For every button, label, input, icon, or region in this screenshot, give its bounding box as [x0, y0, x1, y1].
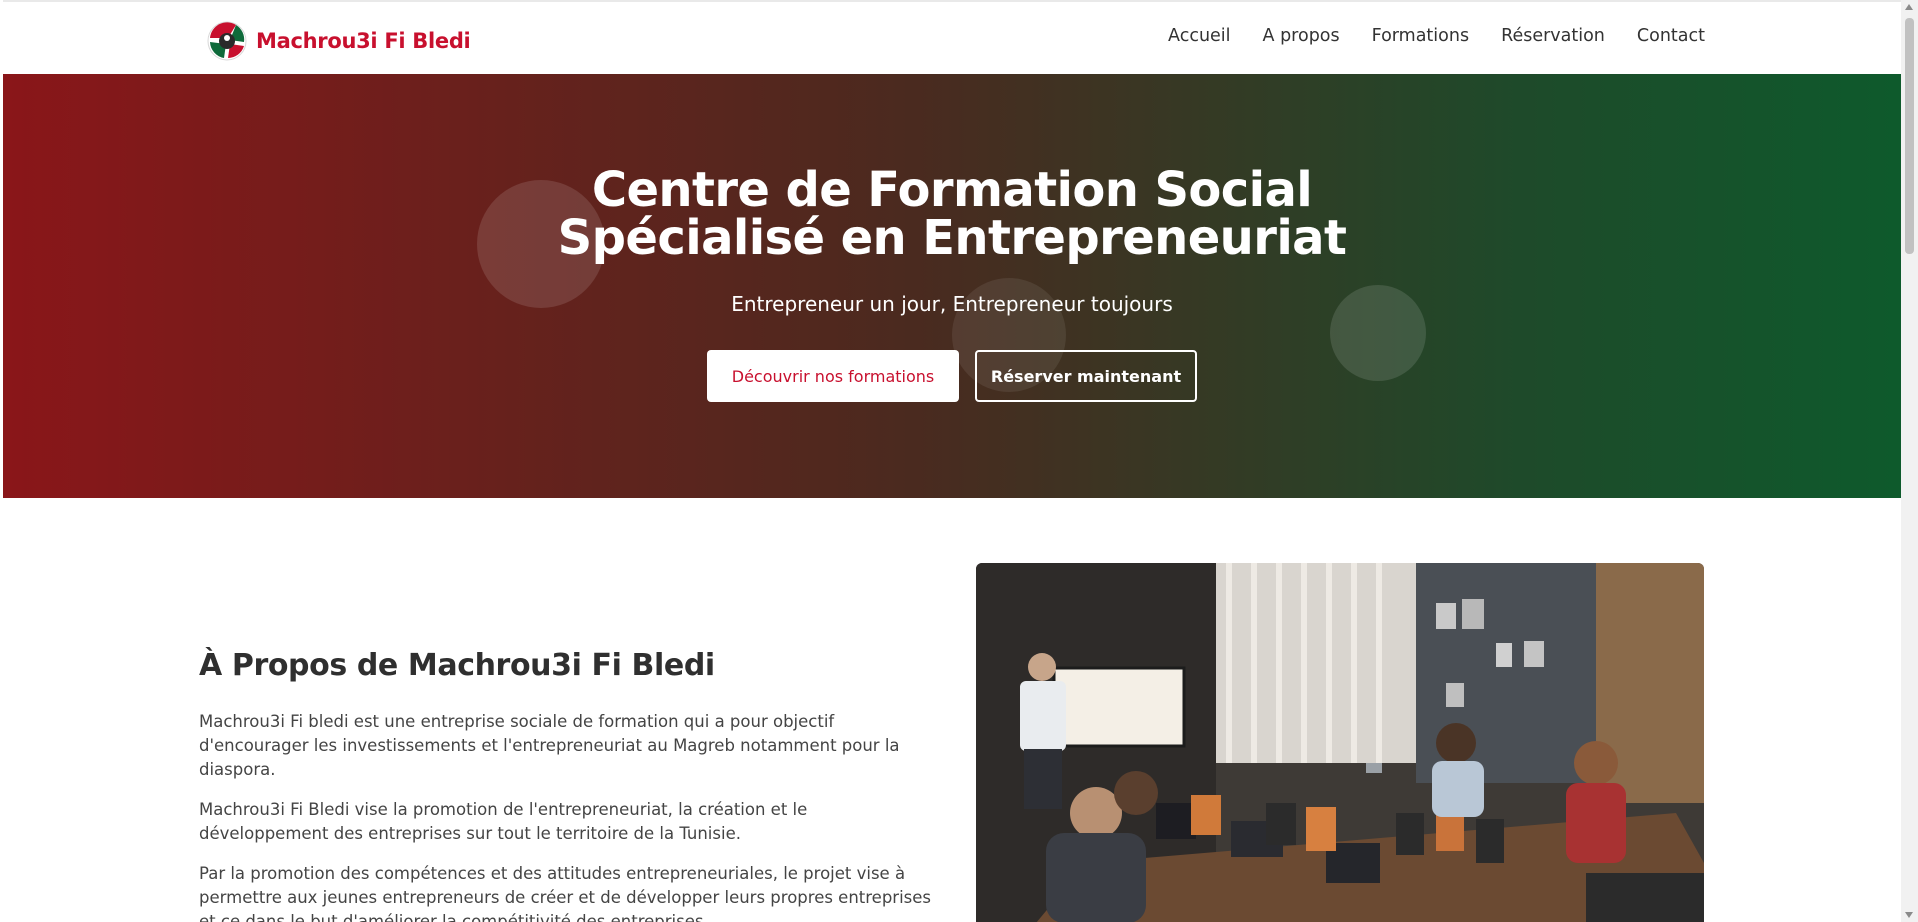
nav-item-accueil[interactable]: Accueil — [1168, 26, 1231, 46]
nav-item-a-propos[interactable]: A propos — [1263, 26, 1340, 46]
discover-formations-button[interactable]: Découvrir nos formations — [707, 350, 959, 402]
site-header: Machrou3i Fi Bledi Accueil A propos Form… — [3, 0, 1901, 74]
hero-title-line1: Centre de Formation Social — [591, 162, 1313, 218]
hero-subtitle: Entrepreneur un jour, Entrepreneur toujo… — [731, 292, 1173, 316]
about-title: À Propos de Machrou3i Fi Bledi — [199, 648, 715, 683]
meeting-photo — [976, 563, 1704, 922]
nav-item-contact[interactable]: Contact — [1637, 26, 1705, 46]
reserve-now-button[interactable]: Réserver maintenant — [975, 350, 1197, 402]
brand-name: Machrou3i Fi Bledi — [256, 29, 471, 53]
about-image — [976, 563, 1704, 922]
nav-item-formations[interactable]: Formations — [1372, 26, 1469, 46]
logo[interactable]: Machrou3i Fi Bledi — [206, 20, 471, 62]
hero-title-line2: Spécialisé en Entrepreneuriat — [557, 210, 1347, 266]
about-text: Machrou3i Fi bledi est une entreprise so… — [199, 710, 939, 922]
about-paragraph: Machrou3i Fi Bledi vise la promotion de … — [199, 800, 808, 843]
about-paragraph: Machrou3i Fi bledi est une entreprise so… — [199, 712, 900, 779]
scroll-down-icon[interactable] — [1905, 912, 1913, 918]
scroll-thumb[interactable] — [1905, 18, 1914, 254]
hero-title: Centre de Formation Social Spécialisé en… — [3, 166, 1901, 262]
scroll-up-icon[interactable] — [1905, 4, 1913, 10]
main-nav: Accueil A propos Formations Réservation … — [1136, 26, 1705, 46]
hero-section: Centre de Formation Social Spécialisé en… — [3, 74, 1901, 498]
hero-actions: Découvrir nos formations Réserver mainte… — [707, 350, 1197, 402]
scrollbar[interactable] — [1901, 0, 1918, 922]
logo-icon — [207, 21, 247, 61]
nav-item-reservation[interactable]: Réservation — [1501, 26, 1605, 46]
about-paragraph: Par la promotion des compétences et des … — [199, 864, 932, 922]
